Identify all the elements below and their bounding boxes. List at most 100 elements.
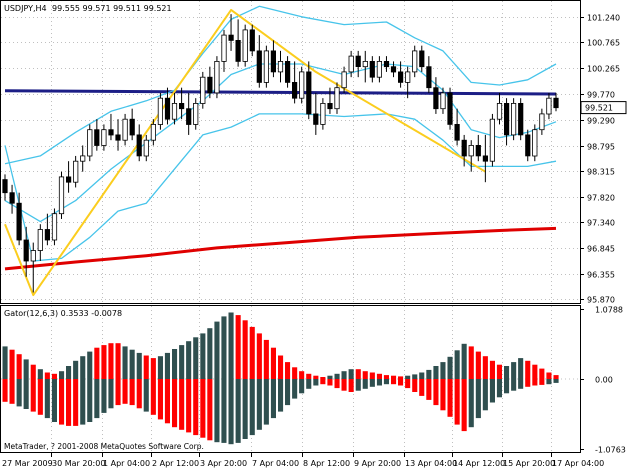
gator-upper-bar bbox=[235, 315, 241, 379]
candle-body bbox=[2, 179, 8, 194]
gator-lower-bar bbox=[101, 379, 107, 413]
gator-lower-bar bbox=[242, 379, 248, 439]
candle-body bbox=[355, 55, 361, 67]
gator-lower-bar bbox=[73, 379, 79, 426]
current-price-tag: 99.521 bbox=[580, 101, 627, 115]
gator-upper-bar bbox=[193, 337, 199, 379]
gator-upper-bar bbox=[539, 368, 545, 379]
gator-upper-bar bbox=[489, 360, 495, 380]
gator-lower-bar bbox=[122, 379, 128, 404]
candle-body bbox=[553, 97, 559, 109]
candle bbox=[532, 124, 538, 162]
candle-body bbox=[482, 155, 489, 162]
gator-lower-bar bbox=[59, 379, 65, 425]
candle-body bbox=[532, 129, 538, 157]
candle-body bbox=[263, 50, 270, 83]
candle-body bbox=[51, 213, 58, 241]
candle-body bbox=[518, 103, 524, 136]
gator-upper-bar bbox=[468, 346, 474, 379]
ohlc-values: 99.555 99.571 99.511 99.521 bbox=[52, 4, 172, 13]
gator-upper-bar bbox=[136, 352, 142, 379]
gator-upper-bar bbox=[9, 349, 15, 379]
time-tick-label: 9 Apr 20:00 bbox=[354, 459, 401, 468]
gator-lower-bar bbox=[320, 379, 326, 385]
gator-upper-bar bbox=[214, 321, 220, 379]
price-tick-label: 98.315 bbox=[587, 168, 615, 177]
gator-upper-bar bbox=[419, 372, 425, 379]
gator-upper-bar bbox=[108, 343, 114, 379]
candle-body bbox=[101, 129, 107, 146]
gator-lower-bar bbox=[348, 379, 354, 392]
candle-body bbox=[150, 124, 156, 141]
gator-upper-bar bbox=[129, 349, 135, 379]
price-tick-label: 95.870 bbox=[587, 296, 615, 305]
gator-lower-bar bbox=[440, 379, 446, 411]
candle-body bbox=[447, 92, 453, 125]
gator-lower-bar bbox=[327, 379, 333, 386]
candle-body bbox=[249, 29, 255, 52]
candle-body bbox=[525, 134, 531, 157]
chart-window[interactable]: 101.240 100.765 100.265 99.770 99.290 98.795 9… bbox=[0, 0, 627, 470]
time-tick-label: 15 Apr 20:00 bbox=[503, 459, 555, 468]
candle-body bbox=[334, 87, 340, 110]
gator-lower-bar bbox=[355, 379, 361, 391]
candle-body bbox=[362, 61, 368, 68]
gator-lower-bar bbox=[299, 379, 305, 394]
time-tick-label: 1 Apr 04:00 bbox=[103, 459, 150, 468]
candle-body bbox=[228, 34, 234, 41]
price-chart[interactable]: 101.240 100.765 100.265 99.770 99.290 98.795 9… bbox=[0, 0, 627, 470]
time-tick-label: 3 Apr 20:00 bbox=[200, 459, 247, 468]
gator-upper-bar bbox=[348, 369, 354, 379]
gator-upper-bar bbox=[164, 352, 170, 379]
gator-lower-bar bbox=[214, 379, 220, 443]
gator-upper-bar bbox=[447, 356, 453, 379]
gator-upper-bar bbox=[362, 371, 368, 379]
gator-upper-bar bbox=[73, 360, 79, 380]
gator-lower-bar bbox=[278, 379, 284, 412]
gator-upper-bar bbox=[16, 354, 22, 379]
gator-upper-bar bbox=[327, 375, 333, 379]
gator-upper-bar bbox=[186, 341, 192, 379]
gator-upper-bar bbox=[313, 375, 319, 379]
candle-body bbox=[256, 50, 262, 83]
candle-body bbox=[284, 61, 291, 83]
candle-body bbox=[136, 134, 142, 157]
current-price-value: 99.521 bbox=[585, 104, 613, 113]
gator-upper-bar bbox=[242, 320, 248, 379]
gator-lower-bar bbox=[228, 379, 234, 445]
candle-body bbox=[270, 50, 277, 73]
gator-lower-bar bbox=[51, 379, 57, 422]
gator-upper-bar bbox=[306, 373, 312, 379]
time-tick-label: 27 Mar 2009 bbox=[2, 459, 53, 468]
gator-lower-bar bbox=[525, 379, 531, 387]
gator-upper-bar bbox=[532, 364, 538, 379]
gator-upper-bar bbox=[207, 328, 213, 379]
gator-lower-bar bbox=[87, 379, 93, 422]
indicator-axis: 1.0788 0.00 -1.0763 bbox=[580, 306, 626, 455]
gator-upper-bar bbox=[143, 355, 149, 379]
gator-upper-bar bbox=[87, 351, 93, 379]
gator-lower-bar bbox=[539, 379, 545, 385]
gator-lower-bar bbox=[341, 379, 347, 391]
candle bbox=[157, 92, 163, 130]
candle-body bbox=[129, 118, 135, 136]
gator-lower-bar bbox=[334, 379, 340, 389]
time-tick-label: 2 Apr 12:00 bbox=[152, 459, 199, 468]
gator-upper-bar bbox=[426, 369, 432, 379]
candle-body bbox=[171, 103, 178, 120]
gator-upper-bar bbox=[66, 366, 72, 379]
gator-upper-bar bbox=[172, 349, 178, 379]
gator-upper-bar bbox=[461, 343, 467, 379]
candle-body bbox=[299, 71, 305, 99]
gator-lower-bar bbox=[186, 379, 192, 433]
gator-lower-bar bbox=[150, 379, 156, 415]
candle-body bbox=[87, 129, 93, 157]
candle-body bbox=[207, 76, 213, 94]
gator-upper-bar bbox=[383, 375, 389, 379]
gator-upper-bar bbox=[270, 347, 276, 379]
candle-body bbox=[157, 97, 163, 125]
gator-lower-bar bbox=[129, 379, 135, 406]
time-tick-label: 17 Apr 04:00 bbox=[552, 459, 604, 468]
gator-upper-bar bbox=[23, 359, 29, 379]
time-tick-label: 30 Mar 20:00 bbox=[52, 459, 105, 468]
